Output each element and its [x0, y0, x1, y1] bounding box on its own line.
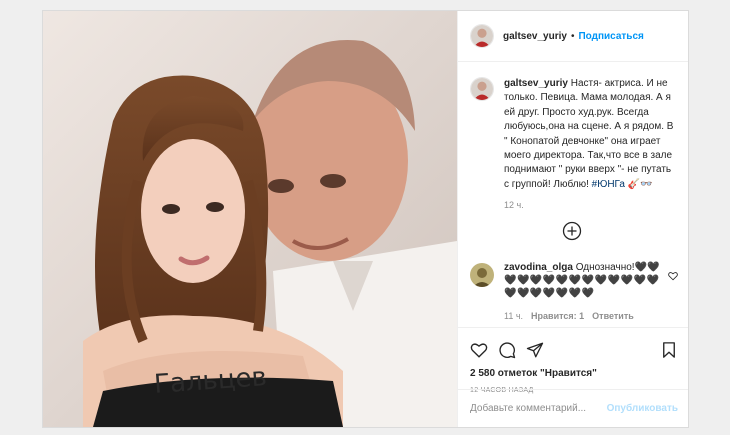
avatar-image — [471, 78, 493, 100]
avatar-image — [471, 25, 493, 47]
commenter-username[interactable]: zavodina_olga — [504, 262, 573, 273]
avatar-image — [470, 263, 494, 287]
action-icons — [470, 340, 678, 360]
caption-hashtag[interactable]: #ЮНГа — [592, 179, 625, 190]
comment-item: zavodina_olga Однозначно!🖤🖤 🖤🖤🖤🖤🖤🖤🖤🖤🖤🖤🖤🖤… — [470, 261, 682, 323]
caption-username[interactable]: galtsev_yuriy — [504, 78, 568, 89]
comment-body: zavodina_olga Однозначно!🖤🖤 🖤🖤🖤🖤🖤🖤🖤🖤🖤🖤🖤🖤… — [504, 261, 662, 323]
header-separator: • — [570, 30, 575, 42]
share-icon[interactable] — [526, 341, 544, 359]
post-header: galtsev_yuriy • Подписаться — [458, 11, 688, 62]
commenter-avatar[interactable] — [470, 263, 494, 287]
author-avatar[interactable] — [470, 24, 494, 48]
comment-icon[interactable] — [498, 341, 516, 359]
comments-section: galtsev_yuriy Настя- актриса. И не тольк… — [458, 63, 688, 327]
comment-text: Однозначно!🖤🖤 — [575, 262, 660, 273]
comment-hearts: 🖤🖤🖤🖤🖤🖤🖤🖤🖤🖤🖤🖤🖤🖤🖤🖤🖤🖤🖤 — [504, 275, 660, 299]
add-comment-bar: Опубликовать — [458, 389, 688, 427]
plus-circle-icon[interactable] — [562, 221, 582, 241]
caption-time: 12 ч. — [504, 200, 524, 211]
comment-meta: 11 ч. Нравится: 1 Ответить — [504, 310, 662, 323]
post-card: Гальцев galtsev_yuriy • Подписаться galt… — [42, 10, 689, 428]
post-photo[interactable]: Гальцев — [43, 11, 457, 427]
bookmark-icon[interactable] — [660, 341, 678, 359]
follow-button[interactable]: Подписаться — [578, 31, 643, 42]
caption-text: Настя- актриса. И не только. Певица. Мам… — [504, 78, 674, 190]
caption-body: galtsev_yuriy Настя- актриса. И не тольк… — [504, 77, 674, 213]
heart-icon[interactable] — [470, 341, 488, 359]
post-caption: galtsev_yuriy Настя- актриса. И не тольк… — [470, 77, 678, 213]
photo-illustration: Гальцев — [43, 11, 457, 427]
post-sidebar: galtsev_yuriy • Подписаться galtsev_yuri… — [457, 11, 688, 427]
comment-input[interactable] — [470, 403, 607, 414]
likes-count[interactable]: 2 580 отметок "Нравится" — [470, 368, 678, 379]
author-username[interactable]: galtsev_yuriy — [503, 31, 567, 42]
comment-likes[interactable]: Нравится: 1 — [531, 310, 584, 323]
comment-heart-icon[interactable] — [668, 268, 678, 281]
caption-avatar[interactable] — [470, 77, 494, 101]
comment-time: 11 ч. — [504, 311, 524, 321]
reply-button[interactable]: Ответить — [592, 310, 634, 323]
caption-emoji: 🎸👓 — [627, 178, 653, 190]
publish-button[interactable]: Опубликовать — [607, 403, 678, 414]
action-bar: 2 580 отметок "Нравится" 12 часов назад — [458, 327, 688, 394]
